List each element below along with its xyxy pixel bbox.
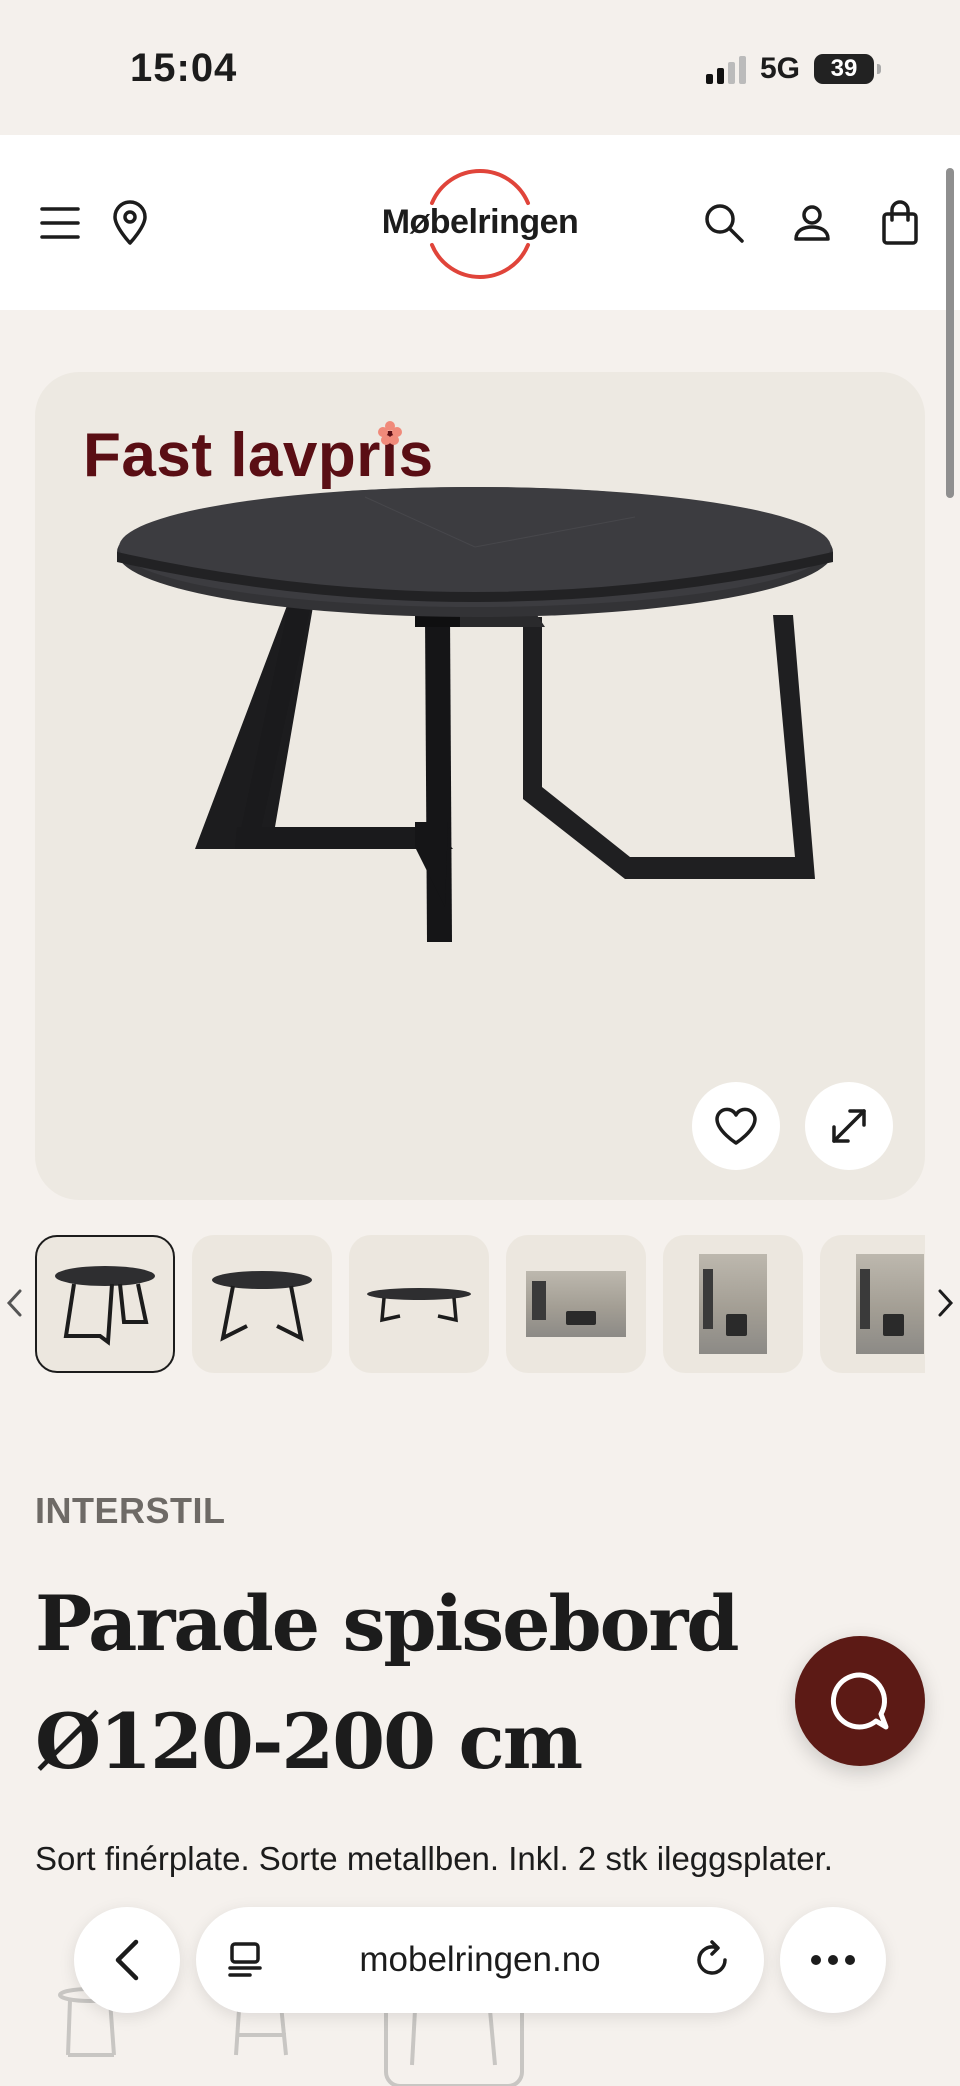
fullscreen-button[interactable] <box>805 1082 893 1170</box>
browser-toolbar: mobelringen.no <box>0 1905 960 2015</box>
back-icon <box>115 1939 139 1981</box>
chevron-left-icon[interactable] <box>0 1281 30 1325</box>
thumbnail-3[interactable] <box>349 1235 489 1373</box>
status-indicators: 5G 39 <box>705 52 881 86</box>
search-icon[interactable] <box>694 193 754 253</box>
user-icon[interactable] <box>782 193 842 253</box>
product-image-card[interactable]: Fast lavpris <box>35 372 925 1200</box>
chat-icon <box>830 1672 889 1730</box>
thumbnail-5[interactable] <box>663 1235 803 1373</box>
address-bar[interactable]: mobelringen.no <box>196 1907 764 2013</box>
product-title: Parade spisebord Ø120-200 cm <box>35 1579 740 1786</box>
battery-icon: 39 <box>814 54 881 84</box>
more-icon <box>811 1955 855 1965</box>
location-pin-icon[interactable] <box>100 193 160 253</box>
room-photo <box>856 1254 924 1354</box>
page-scrollbar[interactable] <box>946 168 954 498</box>
product-description: Sort finérplate. Sorte metallben. Inkl. … <box>35 1840 833 1877</box>
more-button[interactable] <box>780 1907 886 2013</box>
heart-icon <box>715 1107 757 1145</box>
network-label: 5G <box>759 52 800 85</box>
status-bar: 15:04 5G 39 <box>0 0 960 135</box>
chat-button[interactable] <box>795 1636 925 1766</box>
site-logo[interactable]: Møbelringen <box>370 165 590 280</box>
thumbnail-4[interactable] <box>506 1235 646 1373</box>
site-header: Møbelringen <box>0 135 960 310</box>
url-text: mobelringen.no <box>359 1940 601 1979</box>
thumbnail-track <box>35 1235 925 1375</box>
status-time: 15:04 <box>130 46 238 90</box>
expand-icon <box>832 1109 866 1143</box>
reload-icon[interactable] <box>692 1940 732 1980</box>
shopping-bag-icon[interactable] <box>870 193 930 253</box>
menu-icon[interactable] <box>30 193 90 253</box>
signal-icon <box>705 54 746 84</box>
product-image <box>117 487 833 942</box>
room-photo <box>699 1254 767 1354</box>
thumbnail-6[interactable] <box>820 1235 925 1373</box>
logo-text: Møbelringen <box>381 203 579 241</box>
favorite-button[interactable] <box>692 1082 780 1170</box>
back-button[interactable] <box>74 1907 180 2013</box>
room-photo <box>526 1271 626 1337</box>
flower-icon <box>378 421 402 445</box>
chevron-right-icon[interactable] <box>930 1281 960 1325</box>
thumbnail-1[interactable] <box>35 1235 175 1373</box>
thumbnail-carousel <box>0 1235 960 1375</box>
thumbnail-2[interactable] <box>192 1235 332 1373</box>
battery-level: 39 <box>830 55 858 82</box>
product-brand[interactable]: INTERSTIL <box>35 1490 226 1532</box>
